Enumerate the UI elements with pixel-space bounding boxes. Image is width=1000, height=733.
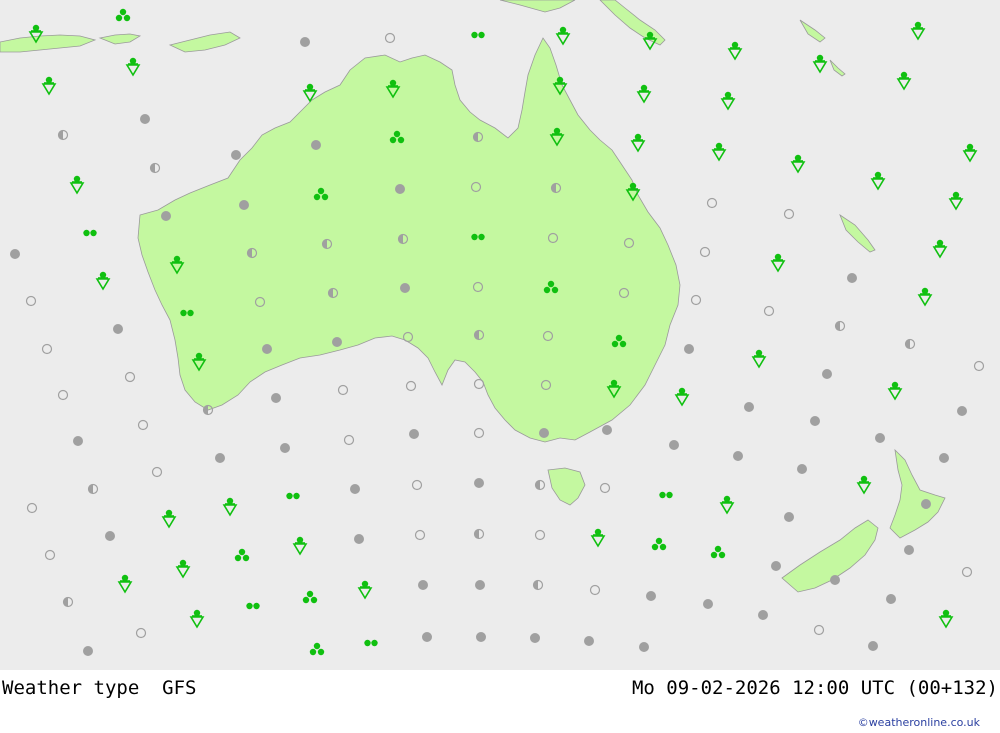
overcast-symbol (886, 594, 896, 604)
overcast-symbol (758, 610, 768, 620)
overcast-symbol (10, 249, 20, 259)
overcast-symbol (703, 599, 713, 609)
product-title: Weather type (2, 677, 140, 699)
overcast-symbol (904, 545, 914, 555)
overcast-symbol (584, 636, 594, 646)
overcast-symbol (422, 632, 432, 642)
overcast-symbol (418, 580, 428, 590)
overcast-symbol (354, 534, 364, 544)
overcast-symbol (733, 451, 743, 461)
valid-time: Mo 09-02-2026 12:00 UTC (00+132) (631, 677, 998, 699)
overcast-symbol (280, 443, 290, 453)
overcast-symbol (161, 211, 171, 221)
model-name: GFS (162, 677, 197, 699)
overcast-symbol (300, 37, 310, 47)
overcast-symbol (868, 641, 878, 651)
overcast-symbol (83, 646, 93, 656)
overcast-symbol (474, 478, 484, 488)
overcast-symbol (476, 632, 486, 642)
overcast-symbol (395, 184, 405, 194)
overcast-symbol (797, 464, 807, 474)
overcast-symbol (639, 642, 649, 652)
overcast-symbol (939, 453, 949, 463)
overcast-symbol (262, 344, 272, 354)
overcast-symbol (475, 580, 485, 590)
overcast-symbol (602, 425, 612, 435)
overcast-symbol (215, 453, 225, 463)
overcast-symbol (539, 428, 549, 438)
overcast-symbol (231, 150, 241, 160)
overcast-symbol (847, 273, 857, 283)
overcast-symbol (957, 406, 967, 416)
overcast-symbol (105, 531, 115, 541)
overcast-symbol (646, 591, 656, 601)
overcast-symbol (332, 337, 342, 347)
overcast-symbol (810, 416, 820, 426)
overcast-symbol (684, 344, 694, 354)
overcast-symbol (921, 499, 931, 509)
overcast-symbol (771, 561, 781, 571)
overcast-symbol (822, 369, 832, 379)
overcast-symbol (113, 324, 123, 334)
overcast-symbol (409, 429, 419, 439)
overcast-symbol (140, 114, 150, 124)
overcast-symbol (311, 140, 321, 150)
overcast-symbol (271, 393, 281, 403)
overcast-symbol (875, 433, 885, 443)
overcast-symbol (400, 283, 410, 293)
overcast-symbol (350, 484, 360, 494)
credit-link[interactable]: ©weatheronline.co.uk (858, 716, 980, 729)
overcast-symbol (239, 200, 249, 210)
overcast-symbol (744, 402, 754, 412)
overcast-symbol (530, 633, 540, 643)
overcast-symbol (669, 440, 679, 450)
weather-map (0, 0, 1000, 670)
overcast-symbol (784, 512, 794, 522)
overcast-symbol (830, 575, 840, 585)
overcast-symbol (73, 436, 83, 446)
